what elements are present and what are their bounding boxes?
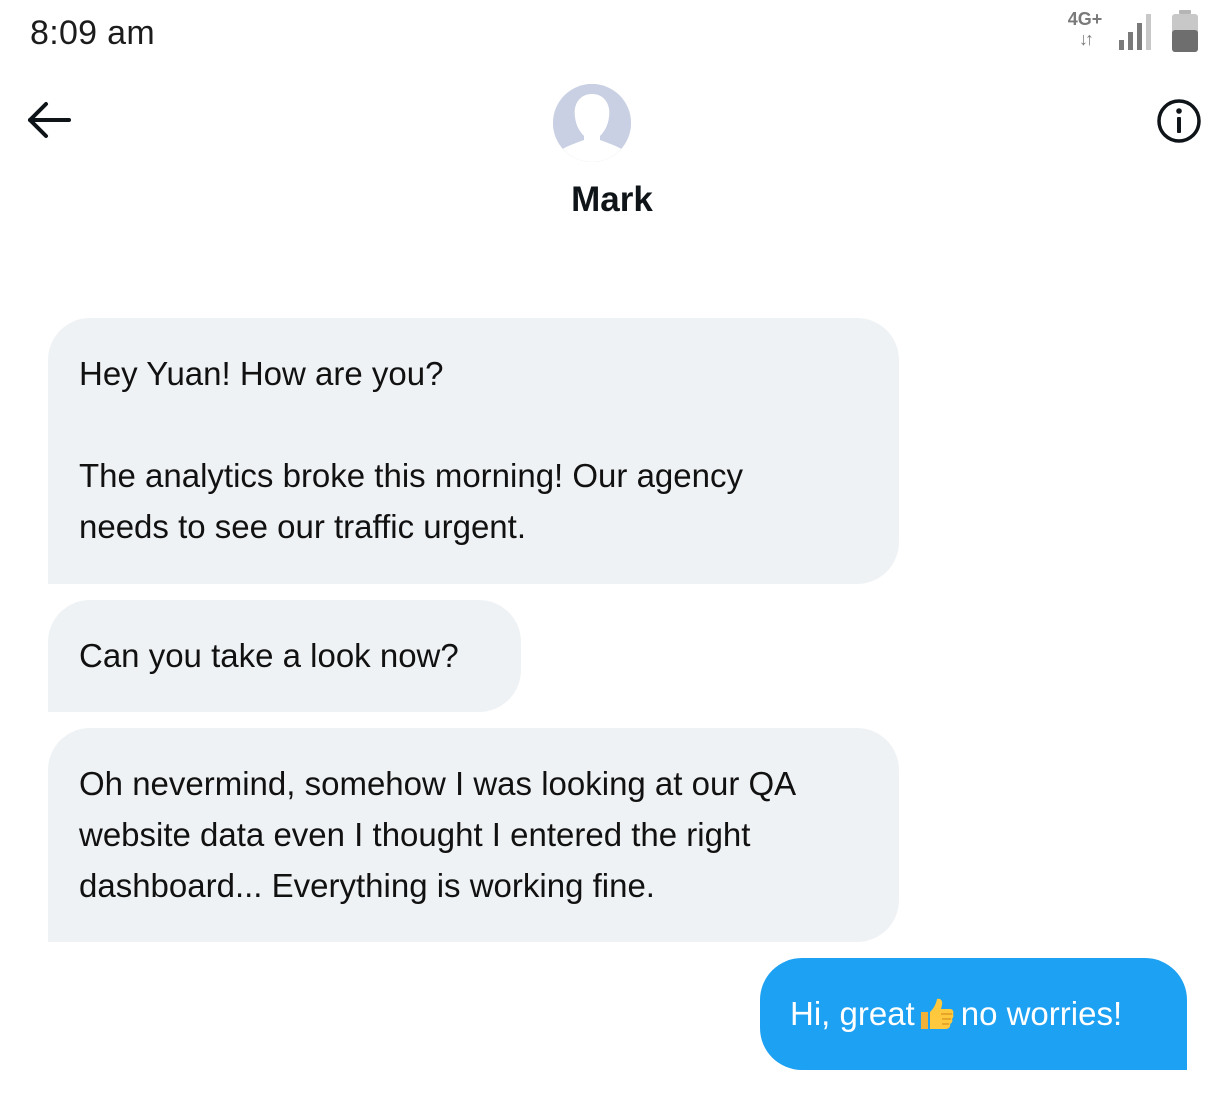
info-circle-icon[interactable] [1156,98,1202,144]
incoming-message-bubble[interactable]: Can you take a look now? [48,600,521,712]
status-icons: 4G+ ↓↑ [1062,10,1202,56]
signal-bars-icon [1119,14,1151,50]
network-activity-icon: ↓↑ [1079,29,1094,49]
contact-name: Mark [571,180,653,219]
status-time: 8:09 am [30,14,155,52]
outgoing-message-bubble[interactable]: Hi, great no worries! [760,958,1187,1070]
message-text: Hi, great [790,995,915,1032]
network-type-label: 4G+ [1067,9,1103,29]
incoming-message-bubble[interactable]: Hey Yuan! How are you? The analytics bro… [48,318,899,584]
battery-icon [1172,10,1198,52]
incoming-message-bubble[interactable]: Oh nevermind, somehow I was looking at o… [48,728,899,942]
back-arrow-icon[interactable] [24,96,74,144]
thumbs-up-icon [920,998,954,1029]
message-text: no worries! [960,995,1123,1032]
default-profile-avatar-icon [553,84,631,162]
avatar[interactable] [553,84,631,162]
